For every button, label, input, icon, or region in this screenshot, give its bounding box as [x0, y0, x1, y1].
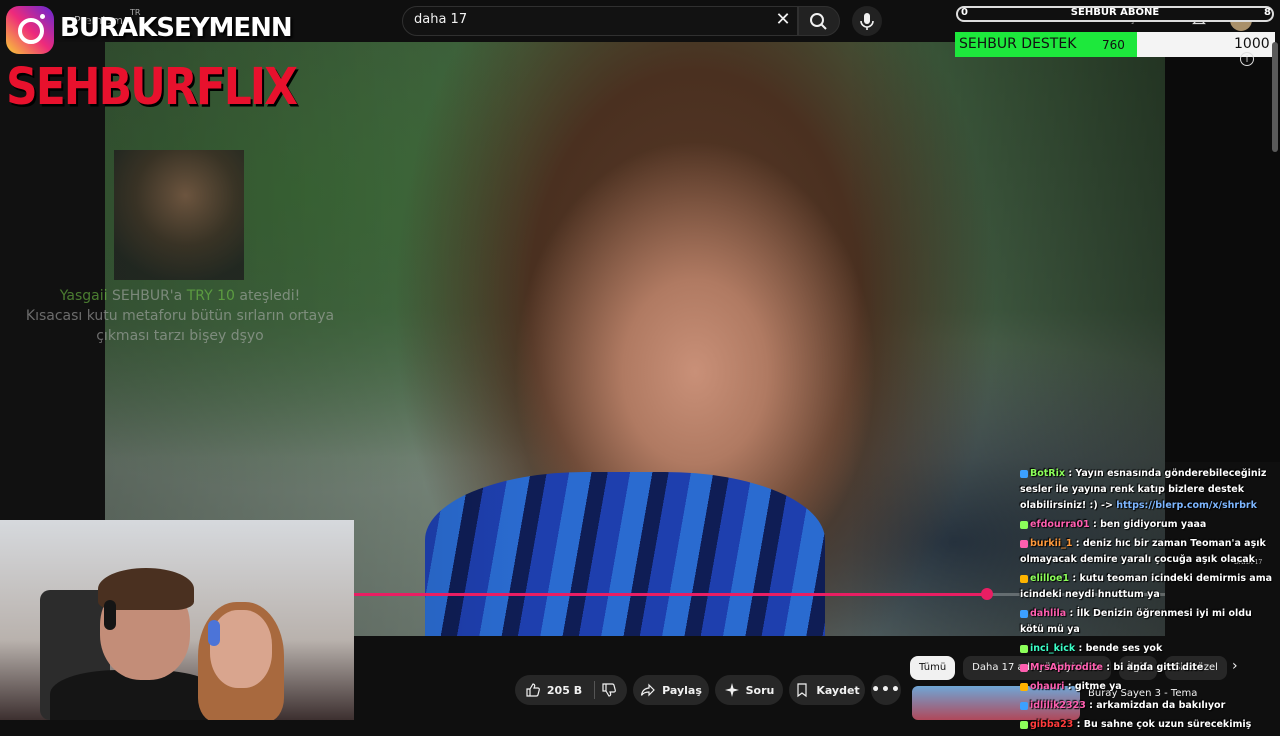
- chat-message: BotRix : Yayın esnasında gönderebileceği…: [1020, 466, 1278, 514]
- chat-message: efdourra01 : ben gidiyorum yaaa: [1020, 517, 1278, 533]
- guest-head: [210, 610, 272, 688]
- scrollbar[interactable]: [1272, 42, 1278, 152]
- chat-message: inci_kick : bende ses yok: [1020, 641, 1278, 657]
- like-button[interactable]: 205 B: [515, 675, 627, 705]
- donation-target: SEHBUR'a: [111, 288, 183, 304]
- like-count: 205 B: [546, 683, 583, 697]
- search-input[interactable]: daha 17: [414, 12, 467, 27]
- ask-label: Soru: [745, 683, 775, 697]
- headset-icon: [104, 600, 116, 630]
- search-icon: [810, 13, 827, 30]
- chat-username[interactable]: MrsAphrodite: [1030, 662, 1103, 673]
- chat-link[interactable]: https://blerp.com/x/shrbrk: [1116, 500, 1257, 511]
- subscriber-goal-min: 0: [961, 7, 968, 18]
- donor-name: Yasgaii: [59, 288, 108, 304]
- chat-username[interactable]: dahlila: [1030, 608, 1066, 619]
- donation-action: ateşledi!: [239, 288, 301, 304]
- chat-text: : bi anda gitti dite: [1102, 662, 1204, 673]
- clear-search-icon[interactable]: ✕: [772, 9, 794, 30]
- thumbs-up-icon: [526, 683, 540, 697]
- donation-image: [114, 150, 244, 280]
- badge-icon: [1020, 644, 1028, 653]
- badge-icon: [1020, 609, 1028, 618]
- ask-button[interactable]: Soru: [715, 675, 783, 705]
- info-icon[interactable]: i: [1240, 52, 1254, 66]
- chat-message: gibba23 : Bu sahne çok uzun sürecekimiş: [1020, 717, 1278, 733]
- thumbs-down-icon[interactable]: [601, 682, 617, 698]
- headset-icon: [208, 620, 220, 646]
- chat-message: idlilik2323 : arkamizdan da bakılıyor: [1020, 698, 1278, 714]
- progress-scrubber[interactable]: [981, 588, 993, 600]
- chat-username[interactable]: elilloe1: [1030, 573, 1069, 584]
- badge-icon: [1020, 682, 1028, 691]
- progress-fill: [354, 593, 987, 596]
- badge-icon: [1020, 663, 1028, 672]
- chat-username[interactable]: idlilik2323: [1030, 700, 1086, 711]
- bookmark-icon: [797, 683, 807, 698]
- chat-text: : arkamizdan da bakılıyor: [1085, 700, 1226, 711]
- share-label: Paylaş: [662, 683, 702, 697]
- voice-search-button[interactable]: [852, 6, 882, 36]
- badge-icon: [1020, 701, 1028, 710]
- chat-username[interactable]: BotRix: [1030, 468, 1065, 479]
- sparkle-icon: [724, 683, 739, 697]
- save-label: Kaydet: [816, 683, 860, 697]
- chat-username[interactable]: ohauri: [1030, 681, 1064, 692]
- donation-message-line1: Kısacası kutu metaforu bütün sırların or…: [25, 308, 335, 324]
- subscriber-goal-max: 8: [1264, 7, 1271, 18]
- chat-message: dahlila : İlk Denizin öğrenmesi iyi mi o…: [1020, 606, 1278, 638]
- support-goal-value: 760: [1102, 38, 1125, 52]
- donation-amount: TRY 10: [186, 288, 235, 304]
- chat-overlay: BotRix : Yayın esnasında gönderebileceği…: [1020, 466, 1278, 736]
- search-button[interactable]: [798, 6, 840, 36]
- chat-text: : gitme ya: [1064, 681, 1122, 692]
- more-icon: •••: [871, 682, 901, 698]
- chat-text: : bende ses yok: [1075, 643, 1163, 654]
- badge-icon: [1020, 720, 1028, 729]
- chat-message: ohauri : gitme ya: [1020, 679, 1278, 695]
- badge-icon: [1020, 469, 1028, 478]
- support-goal-label: SEHBUR DESTEK: [959, 36, 1077, 52]
- badge-icon: [1020, 574, 1028, 583]
- microphone-icon: [860, 13, 874, 30]
- chat-message: elilloe1 : kutu teoman icindeki demirmis…: [1020, 571, 1278, 603]
- subscriber-goal-label: SEHBUR ABONE: [1070, 7, 1160, 18]
- chat-message: burkii_1 : deniz hıc bir zaman Teoman'a …: [1020, 536, 1278, 568]
- badge-icon: [1020, 520, 1028, 529]
- brand-logo: SEHBURFLIX: [6, 58, 298, 117]
- share-icon: [641, 683, 655, 697]
- chat-username[interactable]: gibba23: [1030, 719, 1073, 730]
- support-goal-max: 1000: [1234, 36, 1270, 52]
- donation-alert: Yasgaii SEHBUR'a TRY 10 ateşledi! Kısaca…: [20, 286, 340, 346]
- more-actions-button[interactable]: •••: [871, 675, 901, 705]
- badge-icon: [1020, 539, 1028, 548]
- chat-username[interactable]: efdourra01: [1030, 519, 1090, 530]
- chat-text: : ben gidiyorum yaaa: [1089, 519, 1207, 530]
- chat-message: MrsAphrodite : bi anda gitti dite: [1020, 660, 1278, 676]
- save-button[interactable]: Kaydet: [789, 675, 865, 705]
- chip-all[interactable]: Tümü: [910, 656, 956, 680]
- chat-text: : Bu sahne çok uzun sürecekimiş: [1073, 719, 1252, 730]
- right-panel: [1165, 42, 1280, 462]
- instagram-icon: [6, 6, 54, 54]
- instagram-handle: BURAKSEYMENN: [60, 13, 293, 43]
- chat-username[interactable]: inci_kick: [1030, 643, 1075, 654]
- donation-message-line2: çıkması tarzı bişey dşyo: [96, 328, 264, 344]
- share-button[interactable]: Paylaş: [633, 675, 709, 705]
- chat-username[interactable]: burkii_1: [1030, 538, 1072, 549]
- webcam-overlay: [0, 520, 354, 720]
